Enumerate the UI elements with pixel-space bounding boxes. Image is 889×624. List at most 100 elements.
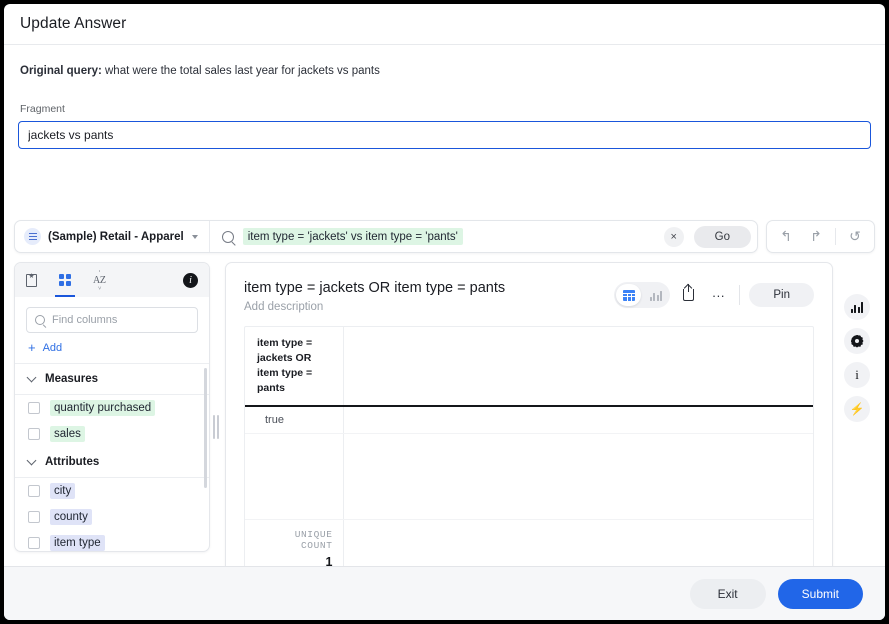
go-button[interactable]: Go: [694, 226, 751, 248]
column-header[interactable]: item type = jackets OR item type = pants: [245, 327, 343, 406]
answer-actions: ··· Pin: [614, 280, 814, 308]
dataset-selector[interactable]: (Sample) Retail - Apparel: [15, 221, 210, 252]
checkbox[interactable]: [28, 485, 40, 497]
table-cell-empty: [343, 433, 813, 519]
az-sort-icon: AZ: [93, 275, 106, 286]
page-title: Update Answer: [20, 15, 126, 33]
info-button[interactable]: i: [844, 362, 870, 388]
gear-icon: [851, 335, 864, 348]
answer-header: item type = jackets OR item type = pants…: [226, 263, 832, 313]
find-columns-field[interactable]: [26, 307, 198, 333]
group-label: Measures: [45, 373, 98, 385]
query-token[interactable]: item type = 'jackets' vs item type = 'pa…: [243, 228, 463, 245]
table-cell: true: [245, 406, 343, 434]
modal-footer: Exit Submit: [4, 566, 885, 620]
more-options-button[interactable]: ···: [706, 283, 730, 307]
checkbox[interactable]: [28, 402, 40, 414]
panel-resize-handle[interactable]: [213, 415, 219, 439]
column-chip[interactable]: quantity purchased: [50, 400, 155, 416]
share-button[interactable]: [676, 283, 700, 307]
checkbox[interactable]: [28, 511, 40, 523]
list-item[interactable]: quantity purchased: [15, 395, 209, 421]
total-cell: UNIQUE COUNT 1: [245, 519, 343, 566]
submit-button[interactable]: Submit: [778, 579, 863, 609]
table-row[interactable]: true: [245, 406, 813, 434]
sort-tab[interactable]: AZ: [93, 263, 106, 297]
exit-button[interactable]: Exit: [690, 579, 766, 609]
modal-header: Update Answer: [4, 4, 885, 45]
update-answer-modal: Update Answer Original query: what were …: [4, 4, 885, 620]
grid-icon: [59, 274, 71, 286]
insights-button[interactable]: ⚡: [844, 396, 870, 422]
table-spacer-row: [245, 433, 813, 519]
column-chip[interactable]: city: [50, 483, 75, 499]
group-header-attributes[interactable]: Attributes: [15, 447, 209, 478]
list-item[interactable]: item type: [15, 530, 209, 551]
column-chip[interactable]: item type: [50, 535, 105, 551]
column-header-empty: [343, 327, 813, 406]
group-label: Attributes: [45, 456, 99, 468]
search-bar-row: (Sample) Retail - Apparel item type = 'j…: [14, 220, 875, 253]
chart-config-button[interactable]: [844, 294, 870, 320]
fragment-label: Fragment: [18, 103, 871, 115]
embedded-search-app: (Sample) Retail - Apparel item type = 'j…: [4, 211, 885, 566]
redo-button[interactable]: ↱: [803, 224, 829, 250]
search-input-zone[interactable]: item type = 'jackets' vs item type = 'pa…: [210, 227, 694, 247]
results-table-wrap: item type = jackets OR item type = pants…: [244, 326, 814, 566]
results-table: item type = jackets OR item type = pants…: [245, 327, 813, 566]
chart-view-toggle[interactable]: [643, 284, 668, 306]
columns-list[interactable]: Measures quantity purchased sales Attrib…: [15, 364, 209, 551]
settings-button[interactable]: [844, 328, 870, 354]
column-chip[interactable]: sales: [50, 426, 85, 442]
modal-body: Original query: what were the total sale…: [4, 45, 885, 566]
list-item[interactable]: city: [15, 478, 209, 504]
history-button-group: ↰ ↱ ↺: [766, 220, 875, 253]
table-header-row: item type = jackets OR item type = pants: [245, 327, 813, 406]
answer-title: item type = jackets OR item type = pants: [244, 280, 505, 296]
pin-button[interactable]: Pin: [749, 283, 814, 307]
reset-button[interactable]: ↺: [842, 224, 868, 250]
divider: [835, 228, 836, 245]
columns-tab[interactable]: [59, 263, 71, 297]
info-icon[interactable]: i: [183, 273, 198, 288]
answer-title-block: item type = jackets OR item type = pants…: [244, 280, 505, 313]
group-header-measures[interactable]: Measures: [15, 364, 209, 395]
scrollbar[interactable]: [204, 368, 207, 488]
search-input[interactable]: [52, 314, 189, 326]
info-icon: i: [855, 367, 859, 383]
find-columns-wrap: [15, 297, 209, 333]
add-label: Add: [43, 342, 63, 354]
columns-panel: AZ i + Add Measure: [14, 262, 210, 552]
table-cell-empty: [245, 433, 343, 519]
bar-chart-icon: [851, 302, 864, 313]
undo-button[interactable]: ↰: [773, 224, 799, 250]
dataset-icon: [24, 228, 41, 245]
viz-toggle-group: [614, 282, 670, 308]
answer-card: item type = jackets OR item type = pants…: [225, 262, 833, 566]
list-item[interactable]: sales: [15, 421, 209, 447]
clear-search-button[interactable]: ×: [664, 227, 684, 247]
divider: [739, 285, 740, 305]
table-cell: [343, 406, 813, 434]
fragment-block: Fragment: [4, 77, 885, 149]
table-view-toggle[interactable]: [616, 284, 641, 306]
add-column-button[interactable]: + Add: [15, 333, 209, 364]
bookmark-tab[interactable]: [26, 263, 37, 297]
add-description-link[interactable]: Add description: [244, 301, 505, 313]
total-value: 1: [265, 555, 333, 566]
bookmark-icon: [26, 274, 37, 287]
original-query-label: Original query:: [20, 65, 102, 77]
search-shell: (Sample) Retail - Apparel item type = 'j…: [14, 220, 758, 253]
list-item[interactable]: county: [15, 504, 209, 530]
right-rail: i ⚡: [837, 262, 877, 422]
table-total-row: UNIQUE COUNT 1: [245, 519, 813, 566]
total-label: UNIQUE COUNT: [265, 529, 333, 551]
checkbox[interactable]: [28, 428, 40, 440]
bolt-icon: ⚡: [850, 402, 865, 416]
original-query-text: what were the total sales last year for …: [105, 65, 380, 77]
fragment-input[interactable]: [18, 121, 871, 149]
checkbox[interactable]: [28, 537, 40, 549]
bar-chart-icon: [650, 290, 663, 301]
column-chip[interactable]: county: [50, 509, 92, 525]
chevron-down-icon: [27, 456, 37, 466]
